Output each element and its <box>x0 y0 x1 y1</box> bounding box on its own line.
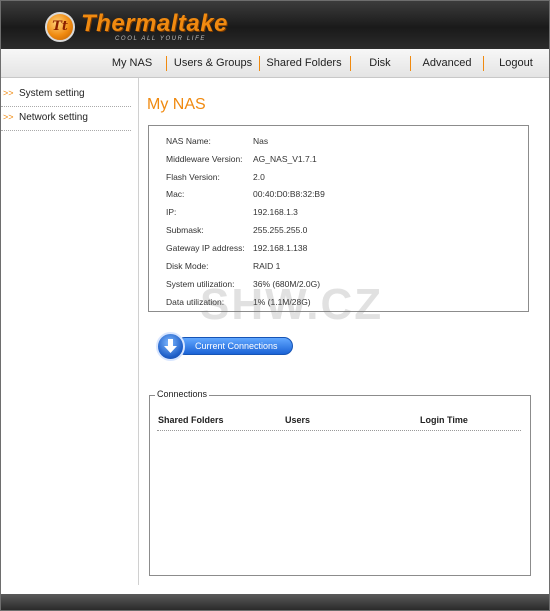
info-value: RAID 1 <box>253 261 281 271</box>
double-chevron-icon: >> <box>3 112 14 122</box>
nav-separator <box>350 56 351 71</box>
brand-name: Thermaltake <box>81 10 228 37</box>
info-value: 192.168.1.138 <box>253 243 308 253</box>
info-row: Gateway IP address: 192.168.1.138 <box>149 243 528 259</box>
nav-disk[interactable]: Disk <box>353 49 407 77</box>
nav-separator <box>410 56 411 71</box>
info-label: IP: <box>166 207 177 217</box>
nav-separator <box>259 56 260 71</box>
top-navigation: My NAS Users & Groups Shared Folders Dis… <box>1 49 549 78</box>
current-connections-button[interactable]: Current Connections <box>156 332 293 361</box>
thermaltake-logo-icon: Tt <box>45 12 75 42</box>
nav-shared-folders[interactable]: Shared Folders <box>261 49 347 77</box>
sidebar-item-system-setting[interactable]: >> System setting <box>1 88 131 107</box>
connections-legend: Connections <box>155 389 210 399</box>
nav-my-nas[interactable]: My NAS <box>101 49 163 77</box>
column-header-login-time: Login Time <box>420 415 468 425</box>
nav-logout[interactable]: Logout <box>487 49 545 77</box>
info-value: AG_NAS_V1.7.1 <box>253 154 317 164</box>
info-value: 255.255.255.0 <box>253 225 308 235</box>
info-row: Middleware Version: AG_NAS_V1.7.1 <box>149 154 528 170</box>
nav-advanced[interactable]: Advanced <box>413 49 481 77</box>
info-label: Mac: <box>166 189 185 199</box>
info-label: NAS Name: <box>166 136 211 146</box>
double-chevron-icon: >> <box>3 88 14 98</box>
info-value: 2.0 <box>253 172 265 182</box>
info-row: Mac: 00:40:D0:B8:32:B9 <box>149 189 528 205</box>
info-row: Submask: 255.255.255.0 <box>149 225 528 241</box>
footer-bar <box>1 594 549 610</box>
info-row: Flash Version: 2.0 <box>149 172 528 188</box>
info-row: NAS Name: Nas <box>149 136 528 152</box>
download-arrow-icon <box>156 332 185 361</box>
nav-separator <box>166 56 167 71</box>
info-value: Nas <box>253 136 269 146</box>
info-label: Submask: <box>166 225 204 235</box>
info-label: Disk Mode: <box>166 261 209 271</box>
info-label: Gateway IP address: <box>166 243 245 253</box>
header-bar: Tt Thermaltake COOL ALL YOUR LIFE <box>1 1 549 49</box>
sidebar: >> System setting >> Network setting <box>1 78 139 585</box>
arrow-down-icon <box>164 339 177 353</box>
watermark: SHW.CZ <box>200 280 384 329</box>
table-header-divider <box>157 430 521 431</box>
column-header-users: Users <box>285 415 311 425</box>
info-value: 00:40:D0:B8:32:B9 <box>253 189 325 199</box>
info-label: Middleware Version: <box>166 154 243 164</box>
sidebar-item-label: System setting <box>19 88 85 99</box>
nav-users-groups[interactable]: Users & Groups <box>169 49 257 77</box>
sidebar-item-label: Network setting <box>19 112 88 123</box>
info-row: Disk Mode: RAID 1 <box>149 261 528 277</box>
brand-tagline: COOL ALL YOUR LIFE <box>115 36 206 42</box>
info-value: 192.168.1.3 <box>253 207 298 217</box>
info-label: Flash Version: <box>166 172 220 182</box>
page-title: My NAS <box>147 96 206 113</box>
nav-separator <box>483 56 484 71</box>
sidebar-item-network-setting[interactable]: >> Network setting <box>1 112 131 131</box>
info-row: IP: 192.168.1.3 <box>149 207 528 223</box>
column-header-shared-folders: Shared Folders <box>158 415 224 425</box>
button-label: Current Connections <box>195 341 278 351</box>
